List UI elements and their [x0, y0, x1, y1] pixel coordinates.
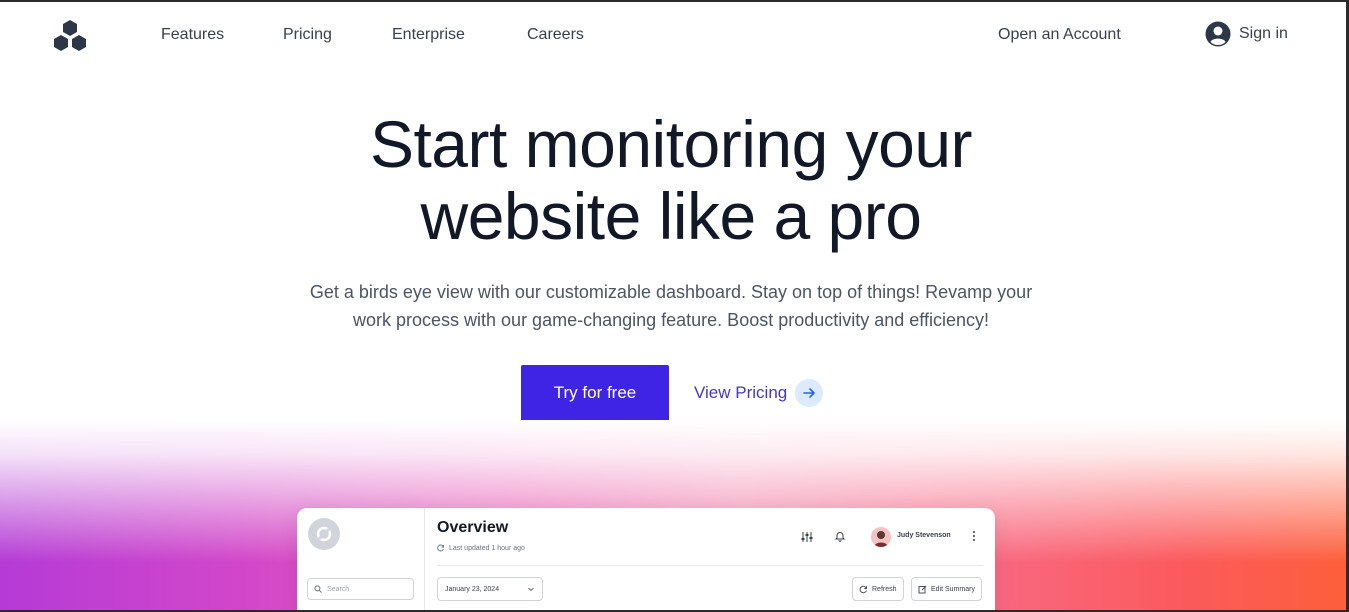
sliders-icon[interactable]: [800, 530, 814, 544]
hero-subtitle-line-2: work process with our game-changing feat…: [353, 310, 989, 330]
user-circle-icon: [1205, 21, 1231, 47]
avatar[interactable]: [871, 527, 891, 547]
three-petal-logo-icon[interactable]: [50, 18, 90, 54]
view-pricing-label: View Pricing: [694, 383, 788, 402]
open-account-link[interactable]: Open an Account: [998, 26, 1121, 44]
dashboard-search-input[interactable]: Search: [307, 578, 414, 600]
refresh-label: Refresh: [872, 585, 897, 593]
dashboard-sidebar: Search: [297, 508, 425, 612]
search-icon: [314, 585, 322, 593]
arrow-right-icon: [795, 379, 824, 407]
last-updated-text: Last updated 1 hour ago: [449, 544, 525, 552]
chevron-down-icon: [528, 587, 534, 592]
refresh-icon: [859, 585, 867, 593]
nav-link-enterprise[interactable]: Enterprise: [392, 26, 465, 44]
date-picker-value: January 23, 2024: [445, 585, 500, 593]
date-picker[interactable]: January 23, 2024: [437, 577, 543, 601]
hero-title: Start monitoring your website like a pro: [0, 108, 1342, 252]
dashboard-logo-icon: [308, 518, 340, 550]
search-placeholder: Search: [327, 585, 350, 593]
hero-subtitle: Get a birds eye view with our customizab…: [0, 278, 1342, 334]
refresh-small-icon: [437, 544, 444, 552]
nav-link-careers[interactable]: Careers: [527, 26, 584, 44]
more-vertical-icon[interactable]: [972, 530, 976, 542]
try-for-free-button[interactable]: Try for free: [521, 365, 669, 421]
dashboard-user-name: Judy Stevenson: [897, 532, 951, 539]
sign-in-label: Sign in: [1239, 25, 1288, 42]
sign-in-button[interactable]: Sign in: [1205, 21, 1288, 47]
nav-link-features[interactable]: Features: [161, 26, 224, 44]
hero-title-line-2: website like a pro: [420, 179, 922, 253]
top-navigation: Features Pricing Enterprise Careers Open…: [0, 2, 1346, 70]
dashboard-last-updated: Last updated 1 hour ago: [437, 544, 525, 552]
nav-link-pricing[interactable]: Pricing: [283, 26, 332, 44]
dashboard-title: Overview: [437, 519, 509, 536]
refresh-button[interactable]: Refresh: [852, 577, 904, 601]
dashboard-divider: [437, 565, 983, 566]
edit-summary-label: Edit Summary: [931, 585, 975, 593]
edit-icon: [918, 585, 927, 593]
dashboard-preview: Search Overview Last updated 1 hour ago …: [297, 508, 995, 612]
hero-subtitle-line-1: Get a birds eye view with our customizab…: [309, 282, 1033, 302]
bell-icon[interactable]: [834, 530, 846, 542]
view-pricing-link[interactable]: View Pricing: [694, 379, 824, 407]
hero-title-line-1: Start monitoring your: [369, 107, 973, 181]
edit-summary-button[interactable]: Edit Summary: [911, 577, 982, 601]
